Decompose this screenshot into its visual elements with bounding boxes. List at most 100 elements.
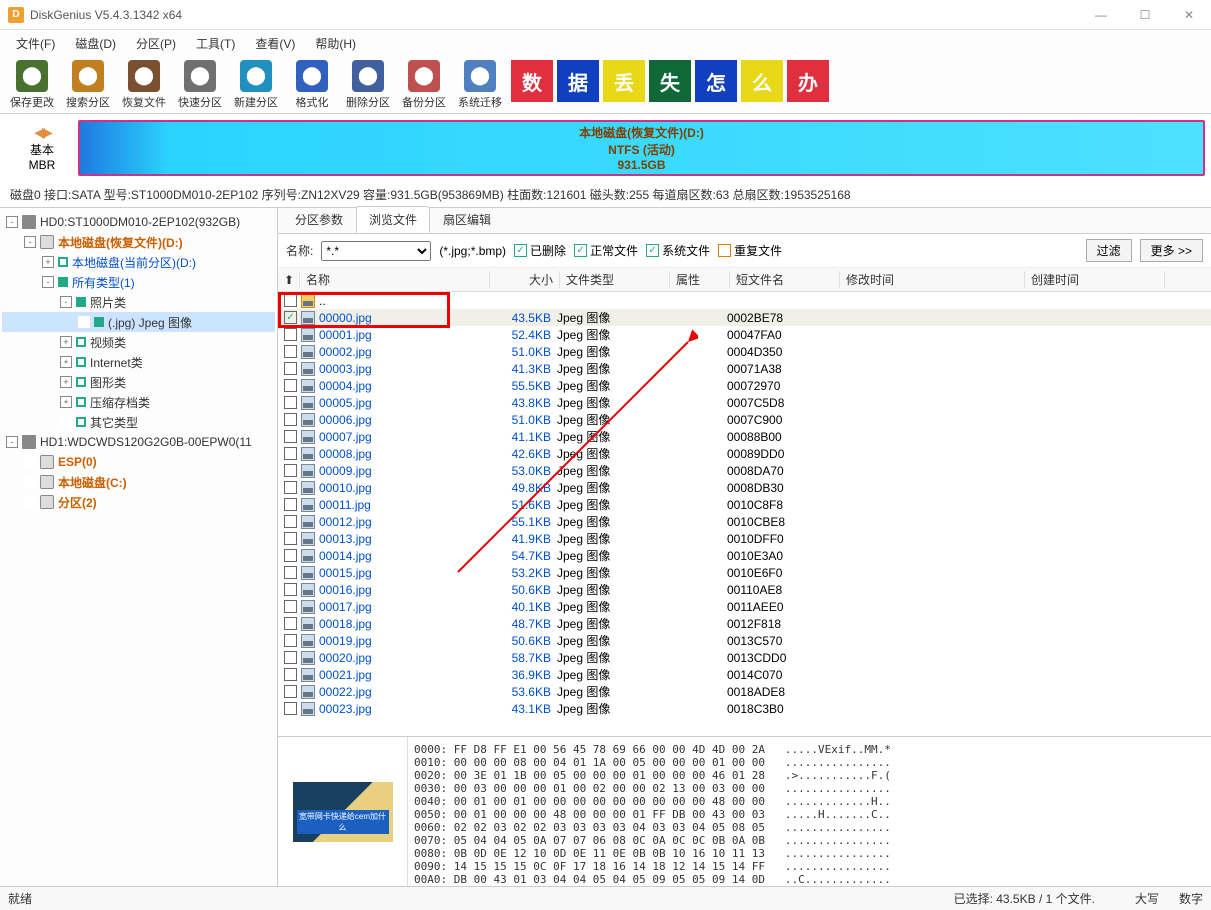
row-checkbox[interactable] [284, 600, 297, 613]
file-row[interactable]: 00009.jpg53.0KBJpeg 图像0008DA70 [278, 462, 1211, 479]
row-checkbox[interactable] [284, 532, 297, 545]
tree-expand-icon[interactable]: - [6, 436, 18, 448]
col-mtime[interactable]: 修改时间 [840, 271, 1025, 288]
tab[interactable]: 浏览文件 [356, 206, 430, 233]
row-checkbox[interactable] [284, 566, 297, 579]
tree-row[interactable]: 分区(2) [2, 492, 275, 512]
file-row[interactable]: 00019.jpg50.6KBJpeg 图像0013C570 [278, 632, 1211, 649]
tree-row[interactable]: -本地磁盘(恢复文件)(D:) [2, 232, 275, 252]
toolbar-button[interactable]: ⬤快速分区 [172, 58, 228, 112]
maximize-button[interactable]: ☐ [1131, 8, 1159, 22]
file-row[interactable]: 00006.jpg51.0KBJpeg 图像0007C900 [278, 411, 1211, 428]
chk-normal[interactable]: ✓正常文件 [574, 242, 638, 259]
col-up-arrow[interactable]: ⬆ [278, 273, 300, 287]
tree-row[interactable]: 其它类型 [2, 412, 275, 432]
tree-row[interactable]: -HD1:WDCWDS120G2G0B-00EPW0(11 [2, 432, 275, 452]
toolbar-button[interactable]: ⬤保存更改 [4, 58, 60, 112]
tree-row[interactable]: -HD0:ST1000DM010-2EP102(932GB) [2, 212, 275, 232]
row-checkbox[interactable] [284, 685, 297, 698]
tree-expand-icon[interactable]: - [24, 236, 36, 248]
menu-item[interactable]: 帮助(H) [307, 33, 364, 54]
file-row[interactable]: 00022.jpg53.6KBJpeg 图像0018ADE8 [278, 683, 1211, 700]
file-row[interactable]: 00003.jpg41.3KBJpeg 图像00071A38 [278, 360, 1211, 377]
tree-row[interactable]: -照片类 [2, 292, 275, 312]
col-attr[interactable]: 属性 [670, 271, 730, 288]
tab[interactable]: 扇区编辑 [430, 206, 504, 233]
tree-row[interactable]: ESP(0) [2, 452, 275, 472]
file-row[interactable]: 00004.jpg55.5KBJpeg 图像00072970 [278, 377, 1211, 394]
row-checkbox[interactable] [284, 294, 297, 307]
file-row[interactable]: 00020.jpg58.7KBJpeg 图像0013CDD0 [278, 649, 1211, 666]
row-checkbox[interactable] [284, 430, 297, 443]
row-checkbox[interactable] [284, 515, 297, 528]
tree-expand-icon[interactable]: - [6, 216, 18, 228]
tree-expand-icon[interactable]: - [42, 276, 54, 288]
file-list[interactable]: .. 00000.jpg43.5KBJpeg 图像0002BE7800001.j… [278, 292, 1211, 736]
toolbar-button[interactable]: ⬤删除分区 [340, 58, 396, 112]
tree-row[interactable]: +Internet类 [2, 352, 275, 372]
file-row[interactable]: 00015.jpg53.2KBJpeg 图像0010E6F0 [278, 564, 1211, 581]
file-row[interactable]: 00012.jpg55.1KBJpeg 图像0010CBE8 [278, 513, 1211, 530]
tree-row[interactable]: +压缩存档类 [2, 392, 275, 412]
tree-expand-icon[interactable]: + [60, 336, 72, 348]
toolbar-button[interactable]: ⬤格式化 [284, 58, 340, 112]
tree-expand-icon[interactable]: + [60, 376, 72, 388]
file-row[interactable]: 00002.jpg51.0KBJpeg 图像0004D350 [278, 343, 1211, 360]
file-row[interactable]: 00013.jpg41.9KBJpeg 图像0010DFF0 [278, 530, 1211, 547]
file-row[interactable]: 00016.jpg50.6KBJpeg 图像00110AE8 [278, 581, 1211, 598]
row-checkbox[interactable] [284, 379, 297, 392]
col-shortname[interactable]: 短文件名 [730, 271, 840, 288]
chk-repeat[interactable]: 重复文件 [718, 242, 782, 259]
row-checkbox[interactable] [284, 447, 297, 460]
row-checkbox[interactable] [284, 481, 297, 494]
name-select[interactable]: *.* [321, 241, 431, 261]
toolbar-button[interactable]: ⬤新建分区 [228, 58, 284, 112]
file-row[interactable]: 00014.jpg54.7KBJpeg 图像0010E3A0 [278, 547, 1211, 564]
tree-expand-icon[interactable]: - [60, 296, 72, 308]
file-row[interactable]: 00010.jpg49.8KBJpeg 图像0008DB30 [278, 479, 1211, 496]
file-row[interactable]: 00018.jpg48.7KBJpeg 图像0012F818 [278, 615, 1211, 632]
row-checkbox[interactable] [284, 362, 297, 375]
menu-item[interactable]: 磁盘(D) [67, 33, 124, 54]
file-row[interactable]: 00023.jpg43.1KBJpeg 图像0018C3B0 [278, 700, 1211, 717]
file-row[interactable]: 00000.jpg43.5KBJpeg 图像0002BE78 [278, 309, 1211, 326]
row-checkbox[interactable] [284, 549, 297, 562]
tree-panel[interactable]: -HD0:ST1000DM010-2EP102(932GB)-本地磁盘(恢复文件… [0, 208, 278, 886]
row-checkbox[interactable] [284, 651, 297, 664]
minimize-button[interactable]: — [1087, 8, 1115, 22]
toolbar-button[interactable]: ⬤备份分区 [396, 58, 452, 112]
toolbar-button[interactable]: ⬤系统迁移 [452, 58, 508, 112]
toolbar-button[interactable]: ⬤恢复文件 [116, 58, 172, 112]
row-checkbox[interactable] [284, 413, 297, 426]
col-type[interactable]: 文件类型 [560, 271, 670, 288]
row-checkbox[interactable] [284, 583, 297, 596]
menu-item[interactable]: 工具(T) [188, 33, 243, 54]
row-checkbox[interactable] [284, 634, 297, 647]
filter-button[interactable]: 过滤 [1086, 239, 1132, 262]
nav-arrows-icon[interactable]: ◀▶ [34, 124, 50, 141]
file-row[interactable]: 00001.jpg52.4KBJpeg 图像00047FA0 [278, 326, 1211, 343]
row-checkbox[interactable] [284, 464, 297, 477]
tree-expand-icon[interactable]: + [42, 256, 54, 268]
tree-row[interactable]: 本地磁盘(C:) [2, 472, 275, 492]
chk-deleted[interactable]: ✓已删除 [514, 242, 566, 259]
tree-row[interactable]: (.jpg) Jpeg 图像 [2, 312, 275, 332]
partition-bar[interactable]: 本地磁盘(恢复文件)(D:) NTFS (活动) 931.5GB [78, 120, 1205, 176]
parent-row[interactable]: .. [278, 292, 1211, 309]
tree-row[interactable]: +本地磁盘(当前分区)(D:) [2, 252, 275, 272]
row-checkbox[interactable] [284, 345, 297, 358]
row-checkbox[interactable] [284, 702, 297, 715]
file-row[interactable]: 00005.jpg43.8KBJpeg 图像0007C5D8 [278, 394, 1211, 411]
tree-row[interactable]: -所有类型(1) [2, 272, 275, 292]
tree-row[interactable]: +图形类 [2, 372, 275, 392]
row-checkbox[interactable] [284, 311, 297, 324]
col-size[interactable]: 大小 [490, 271, 560, 288]
file-row[interactable]: 00011.jpg51.6KBJpeg 图像0010C8F8 [278, 496, 1211, 513]
close-button[interactable]: ✕ [1175, 8, 1203, 22]
col-ctime[interactable]: 创建时间 [1025, 271, 1165, 288]
file-row[interactable]: 00021.jpg36.9KBJpeg 图像0014C070 [278, 666, 1211, 683]
hex-dump[interactable]: 0000: FF D8 FF E1 00 56 45 78 69 66 00 0… [408, 737, 1211, 886]
file-row[interactable]: 00008.jpg42.6KBJpeg 图像00089DD0 [278, 445, 1211, 462]
menu-item[interactable]: 分区(P) [128, 33, 184, 54]
chk-system[interactable]: ✓系统文件 [646, 242, 710, 259]
